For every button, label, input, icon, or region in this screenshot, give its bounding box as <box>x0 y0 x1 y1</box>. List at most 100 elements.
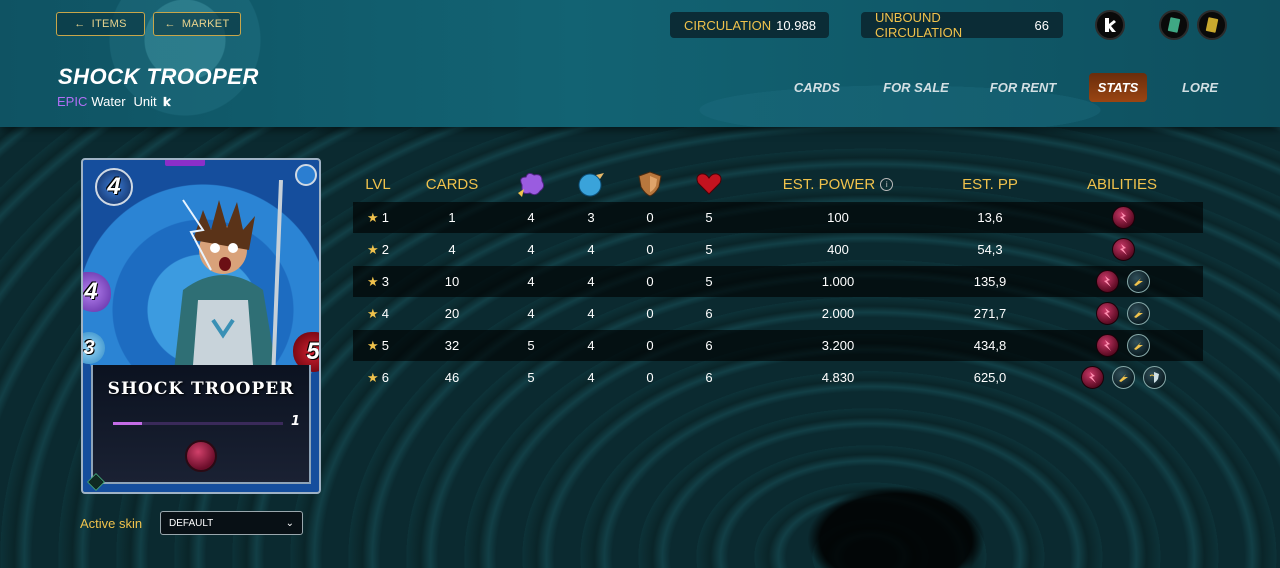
cell-pp: 434,8 <box>973 338 1007 353</box>
tab-for-sale[interactable]: FOR SALE <box>878 73 954 102</box>
star-icon: ★ <box>367 369 379 385</box>
cell-lvl: ★ 5 <box>353 330 403 361</box>
arrow-left-icon: ← <box>164 18 176 30</box>
cards-icon[interactable] <box>1159 10 1189 40</box>
swiftness-icon[interactable] <box>1127 302 1150 325</box>
tab-cards[interactable]: CARDS <box>787 73 847 102</box>
cell-magic: 4 <box>527 242 535 257</box>
cell-magic: 4 <box>527 274 535 289</box>
table-row: ★ 1 1 4 3 0 5 100 13,6 <box>353 202 1203 233</box>
cell-health: 6 <box>705 370 713 385</box>
cell-abilities <box>1043 202 1203 233</box>
swiftness-icon[interactable] <box>1111 366 1135 389</box>
cell-power: 100 <box>827 210 849 225</box>
cell-pp: 271,7 <box>973 306 1007 321</box>
cell-abilities <box>1043 234 1203 265</box>
cell-armor: 0 <box>646 306 654 321</box>
armor-header-icon <box>633 171 667 197</box>
cell-health: 6 <box>705 338 713 353</box>
shock-icon[interactable] <box>1080 366 1104 389</box>
cell-speed: 4 <box>587 370 595 385</box>
circulation-pill: CIRCULATION 10.988 <box>670 12 829 38</box>
cell-speed: 3 <box>587 210 595 225</box>
cell-cards: 4 <box>448 242 456 257</box>
cell-cards: 10 <box>444 274 460 289</box>
table-row: ★ 5 32 5 4 0 6 3.200 434,8 <box>353 330 1203 361</box>
swiftness-icon[interactable] <box>1127 334 1150 357</box>
cell-cards: 20 <box>444 306 460 321</box>
cell-speed: 4 <box>587 306 595 321</box>
speed-stat: 3 <box>83 332 105 364</box>
shield-icon[interactable] <box>1142 366 1166 389</box>
cell-power: 2.000 <box>821 306 855 321</box>
tab-stats[interactable]: STATS <box>1089 73 1147 102</box>
rarity-label: EPIC <box>57 94 88 109</box>
star-icon: ★ <box>367 305 379 321</box>
cell-lvl: ★ 1 <box>353 202 403 233</box>
card-character-art <box>173 180 283 380</box>
type-label: Unit <box>133 94 157 109</box>
level-progress-bar <box>113 422 283 425</box>
tab-lore[interactable]: LORE <box>1176 73 1224 102</box>
speed-header-icon <box>574 173 608 197</box>
table-row: ★ 3 10 4 4 0 5 1.000 135,9 <box>353 266 1203 297</box>
level-value: 4 <box>381 306 389 321</box>
top-header: ← ITEMS ← MARKET CIRCULATION 10.988 UNBO… <box>0 0 1280 127</box>
shock-icon[interactable] <box>1111 238 1135 261</box>
card-level: 1 <box>291 414 301 429</box>
cell-abilities <box>1043 362 1203 393</box>
active-skin-label: Active skin <box>80 516 143 531</box>
tab-for-rent[interactable]: FOR RENT <box>985 73 1061 102</box>
cell-magic: 5 <box>527 370 535 385</box>
cell-cards: 32 <box>444 338 460 353</box>
star-icon: ★ <box>367 273 379 289</box>
cell-pp: 135,9 <box>973 274 1007 289</box>
circulation-label: CIRCULATION <box>684 17 772 33</box>
circulation-value: 10.988 <box>776 17 816 33</box>
swiftness-icon[interactable] <box>1127 270 1150 293</box>
cell-abilities <box>1043 298 1203 329</box>
star-icon: ★ <box>367 241 379 257</box>
cell-lvl: ★ 6 <box>353 362 403 393</box>
cell-pp: 13,6 <box>977 210 1003 225</box>
level-value: 3 <box>381 274 389 289</box>
shock-icon <box>185 440 217 472</box>
page-title: SHOCK TROOPER <box>58 64 259 89</box>
cell-speed: 4 <box>587 242 595 257</box>
unbound-circulation-value: 66 <box>1034 17 1049 33</box>
info-icon[interactable]: i <box>880 177 894 191</box>
cell-power: 400 <box>827 242 849 257</box>
element-label: Water <box>91 94 126 109</box>
cell-speed: 4 <box>587 274 595 289</box>
cell-health: 6 <box>705 306 713 321</box>
skin-select[interactable]: DEFAULT ⌄ <box>160 511 303 535</box>
cell-armor: 0 <box>646 242 654 257</box>
cell-cards: 1 <box>448 210 456 225</box>
cell-lvl: ★ 4 <box>353 298 403 329</box>
items-back-button[interactable]: ← ITEMS <box>56 12 145 36</box>
cards-gold-icon[interactable] <box>1197 10 1227 40</box>
unit-type-icon[interactable] <box>1095 10 1125 40</box>
card-image: 4 4 3 5 SHOCK TROOPER 1 <box>81 158 321 494</box>
shock-icon[interactable] <box>1111 206 1135 229</box>
unbound-circulation-label: UNBOUND CIRCULATION <box>875 10 963 40</box>
cell-health: 5 <box>705 274 713 289</box>
market-back-button[interactable]: ← MARKET <box>153 12 241 36</box>
chevron-down-icon: ⌄ <box>285 517 294 529</box>
cell-abilities <box>1043 330 1203 361</box>
cell-lvl: ★ 3 <box>353 266 403 297</box>
unit-icon <box>163 96 171 107</box>
header-est-pp: EST. PP <box>962 175 1018 193</box>
arrow-left-icon: ← <box>74 18 86 30</box>
items-button-label: ITEMS <box>91 18 127 30</box>
header-lvl: LVL <box>365 175 391 193</box>
cell-health: 5 <box>705 210 713 225</box>
shock-icon[interactable] <box>1096 334 1119 357</box>
shock-icon[interactable] <box>1096 270 1119 293</box>
magic-attack: 4 <box>83 272 111 312</box>
card-name: SHOCK TROOPER <box>107 379 295 399</box>
star-icon: ★ <box>367 337 379 353</box>
cell-armor: 0 <box>646 274 654 289</box>
cell-speed: 4 <box>587 338 595 353</box>
shock-icon[interactable] <box>1096 302 1119 325</box>
